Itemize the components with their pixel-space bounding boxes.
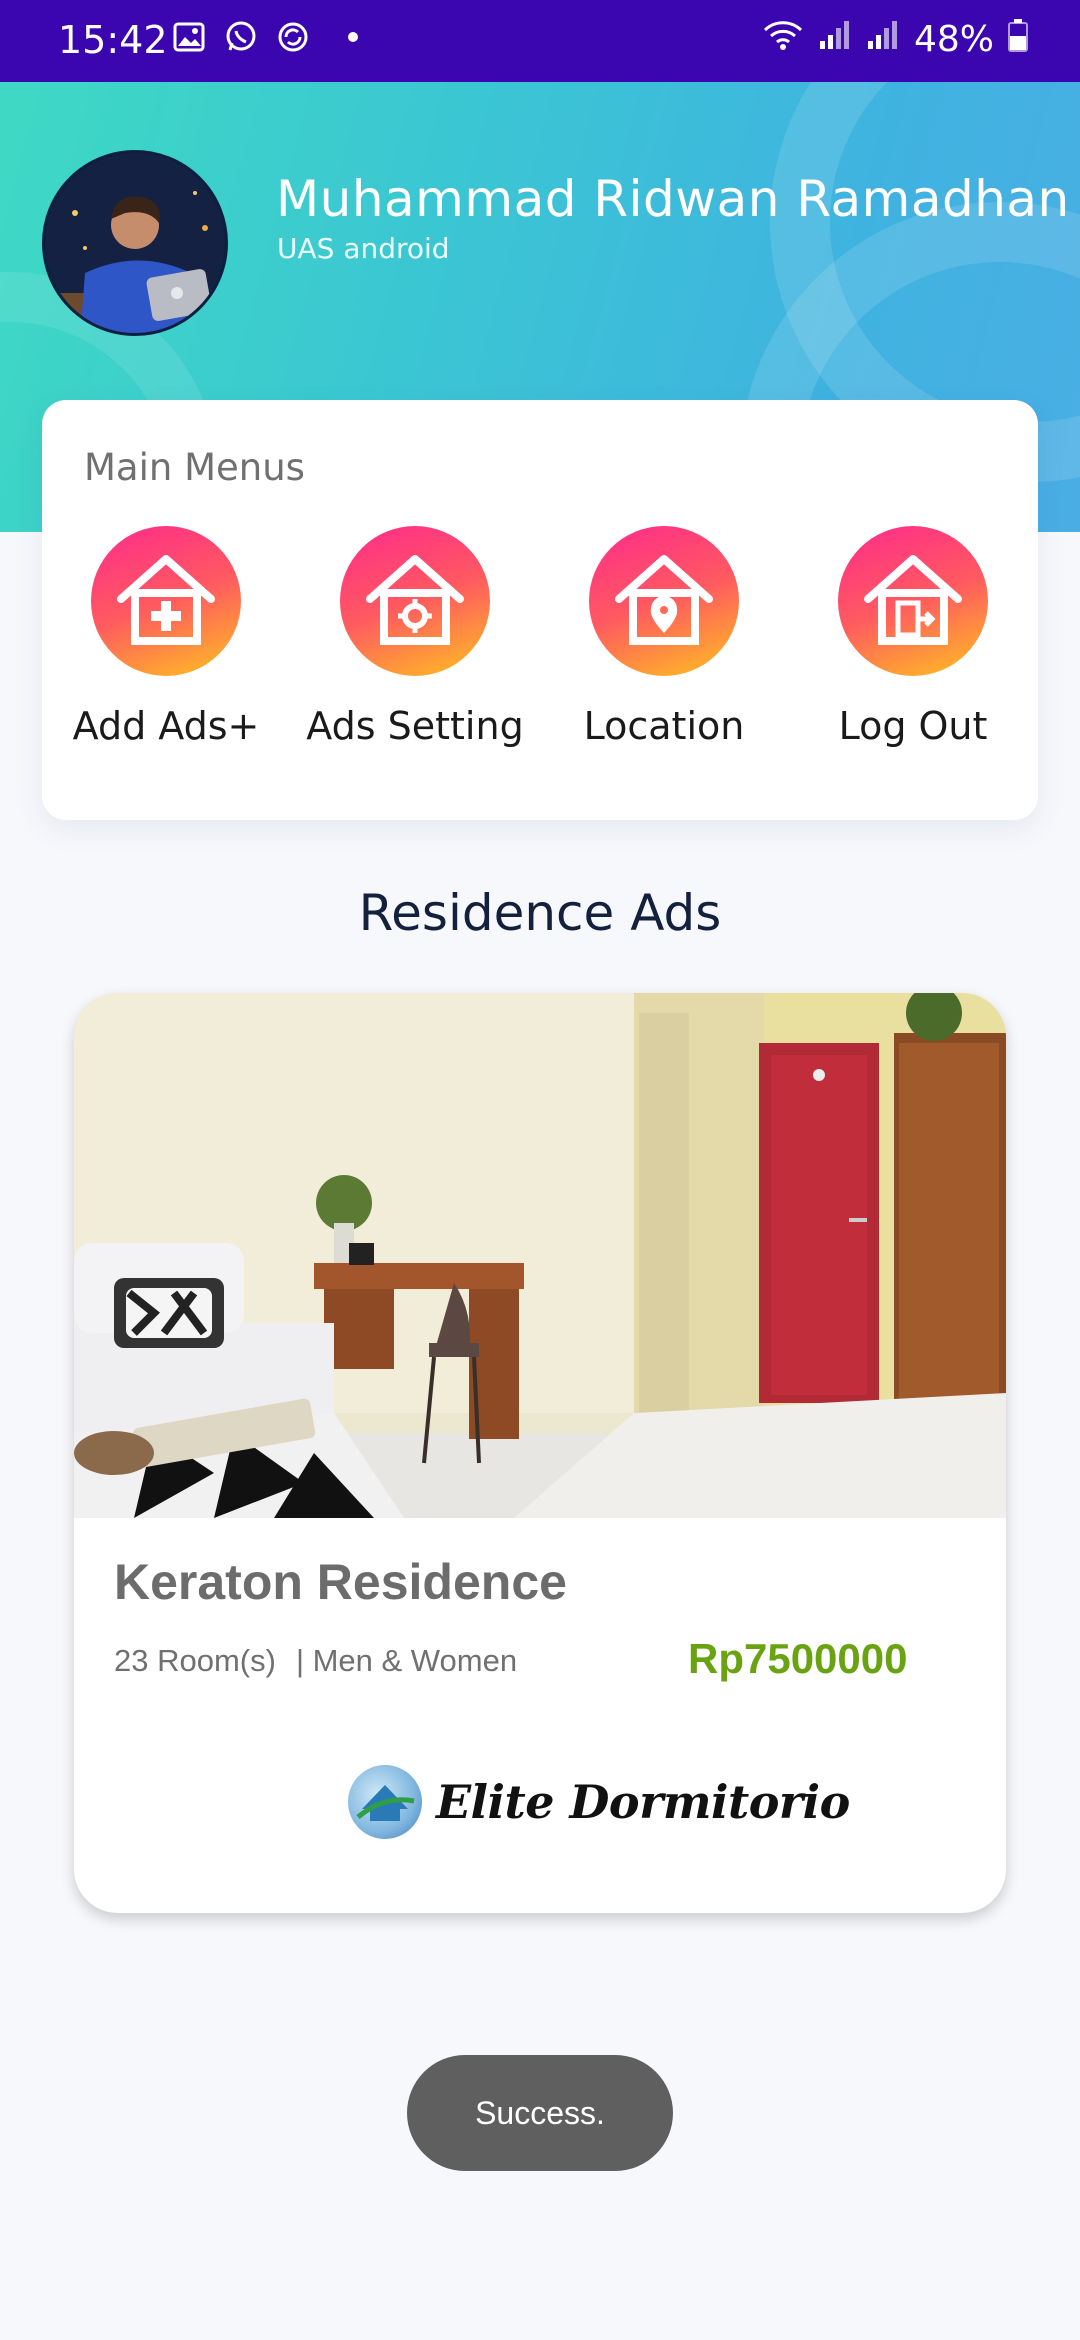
brand: Elite Dormitorio <box>348 1765 850 1839</box>
menu-title: Main Menus <box>84 446 305 489</box>
toast: Success. <box>407 2055 673 2171</box>
signal-icon <box>866 19 900 60</box>
ad-meta: 23 Room(s) | Men & Women <box>114 1643 517 1679</box>
battery-icon <box>1008 18 1028 61</box>
sync-icon <box>276 20 310 54</box>
image-icon <box>172 20 206 54</box>
ad-card[interactable]: Keraton Residence 23 Room(s) | Men & Wom… <box>74 993 1006 1913</box>
battery-percent: 48% <box>913 19 994 60</box>
menu-location[interactable]: Location <box>549 526 779 748</box>
status-time: 15:42 <box>58 18 168 62</box>
user-name: Muhammad Ridwan Ramadhan <box>276 170 1070 228</box>
menu-label: Log Out <box>838 704 988 748</box>
ad-gender: | Men & Women <box>295 1643 518 1678</box>
avatar[interactable] <box>42 150 228 336</box>
house-pin-icon <box>589 526 739 676</box>
status-bar: 15:42 48% <box>0 0 1080 82</box>
whatsapp-icon <box>224 20 258 54</box>
house-plus-icon <box>91 526 241 676</box>
menu-add-ads[interactable]: Add Ads+ <box>51 526 281 748</box>
menu-log-out[interactable]: Log Out <box>798 526 1028 748</box>
menu-label: Ads Setting <box>306 704 524 748</box>
section-title: Residence Ads <box>358 884 722 942</box>
brand-name: Elite Dormitorio <box>436 1775 850 1829</box>
wifi-icon <box>762 18 804 61</box>
brand-logo-icon <box>348 1765 422 1839</box>
house-exit-icon <box>838 526 988 676</box>
main-menu-card: Main Menus Add Ads+ Ads Setting Location… <box>42 400 1038 820</box>
more-notifications-dot <box>348 32 358 42</box>
status-right: 48% <box>762 18 1028 61</box>
menu-label: Add Ads+ <box>72 704 260 748</box>
ad-price: Rp7500000 <box>688 1635 908 1682</box>
ad-photo <box>74 993 1006 1518</box>
house-gear-icon <box>340 526 490 676</box>
user-subtitle: UAS android <box>277 232 450 265</box>
signal-icon <box>818 19 852 60</box>
menu-label: Location <box>583 704 745 748</box>
ad-rooms: 23 Room(s) <box>114 1643 276 1678</box>
menu-ads-setting[interactable]: Ads Setting <box>300 526 530 748</box>
notification-icons <box>172 20 358 54</box>
ad-title: Keraton Residence <box>114 1554 567 1610</box>
